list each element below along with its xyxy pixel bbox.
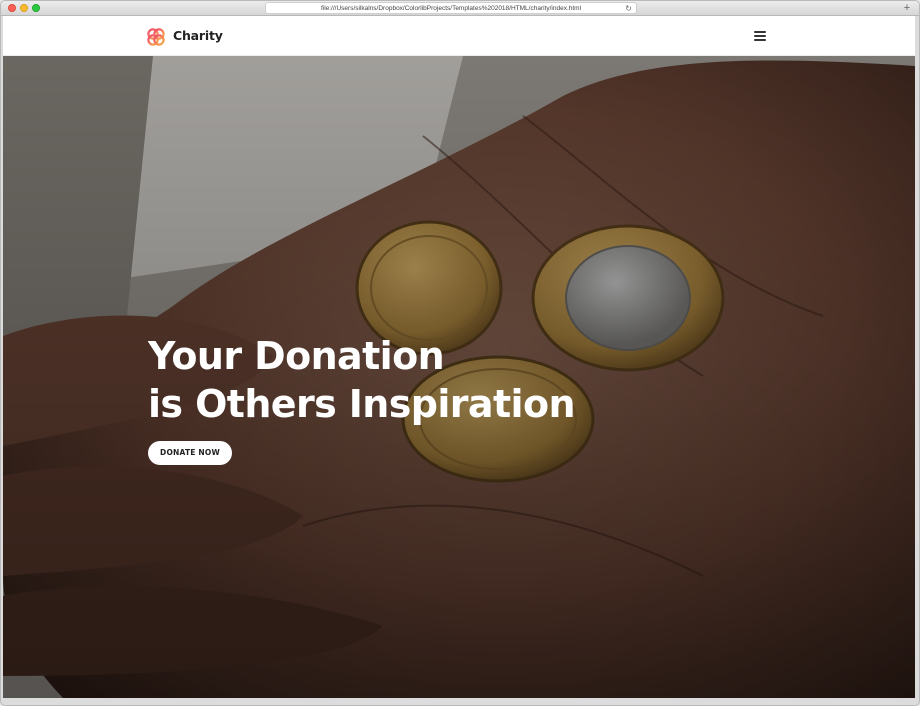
donate-now-button[interactable]: DONATE NOW <box>148 441 232 465</box>
charity-logo-icon[interactable] <box>146 27 166 47</box>
webpage: Charity Your Donation is Others Inspirat… <box>3 16 915 698</box>
reload-icon[interactable]: ↻ <box>625 3 632 13</box>
hero-section: Your Donation is Others Inspiration DONA… <box>3 56 915 698</box>
browser-toolbar: file:///Users/silkalns/Dropbox/ColorlibP… <box>1 1 919 16</box>
address-bar[interactable]: file:///Users/silkalns/Dropbox/ColorlibP… <box>265 2 637 14</box>
plus-icon[interactable]: + <box>900 3 914 14</box>
hero-title-line-2: is Others Inspiration <box>148 382 576 426</box>
site-navbar: Charity <box>3 16 915 56</box>
address-bar-url: file:///Users/silkalns/Dropbox/ColorlibP… <box>320 5 582 12</box>
hamburger-menu-icon[interactable] <box>754 30 766 41</box>
brand-name[interactable]: Charity <box>173 28 223 43</box>
close-window-button[interactable] <box>8 4 16 12</box>
minimize-window-button[interactable] <box>20 4 28 12</box>
browser-window: file:///Users/silkalns/Dropbox/ColorlibP… <box>0 0 920 706</box>
hero-title-line-1: Your Donation <box>148 334 445 378</box>
maximize-window-button[interactable] <box>32 4 40 12</box>
hero-title: Your Donation is Others Inspiration <box>148 332 576 428</box>
